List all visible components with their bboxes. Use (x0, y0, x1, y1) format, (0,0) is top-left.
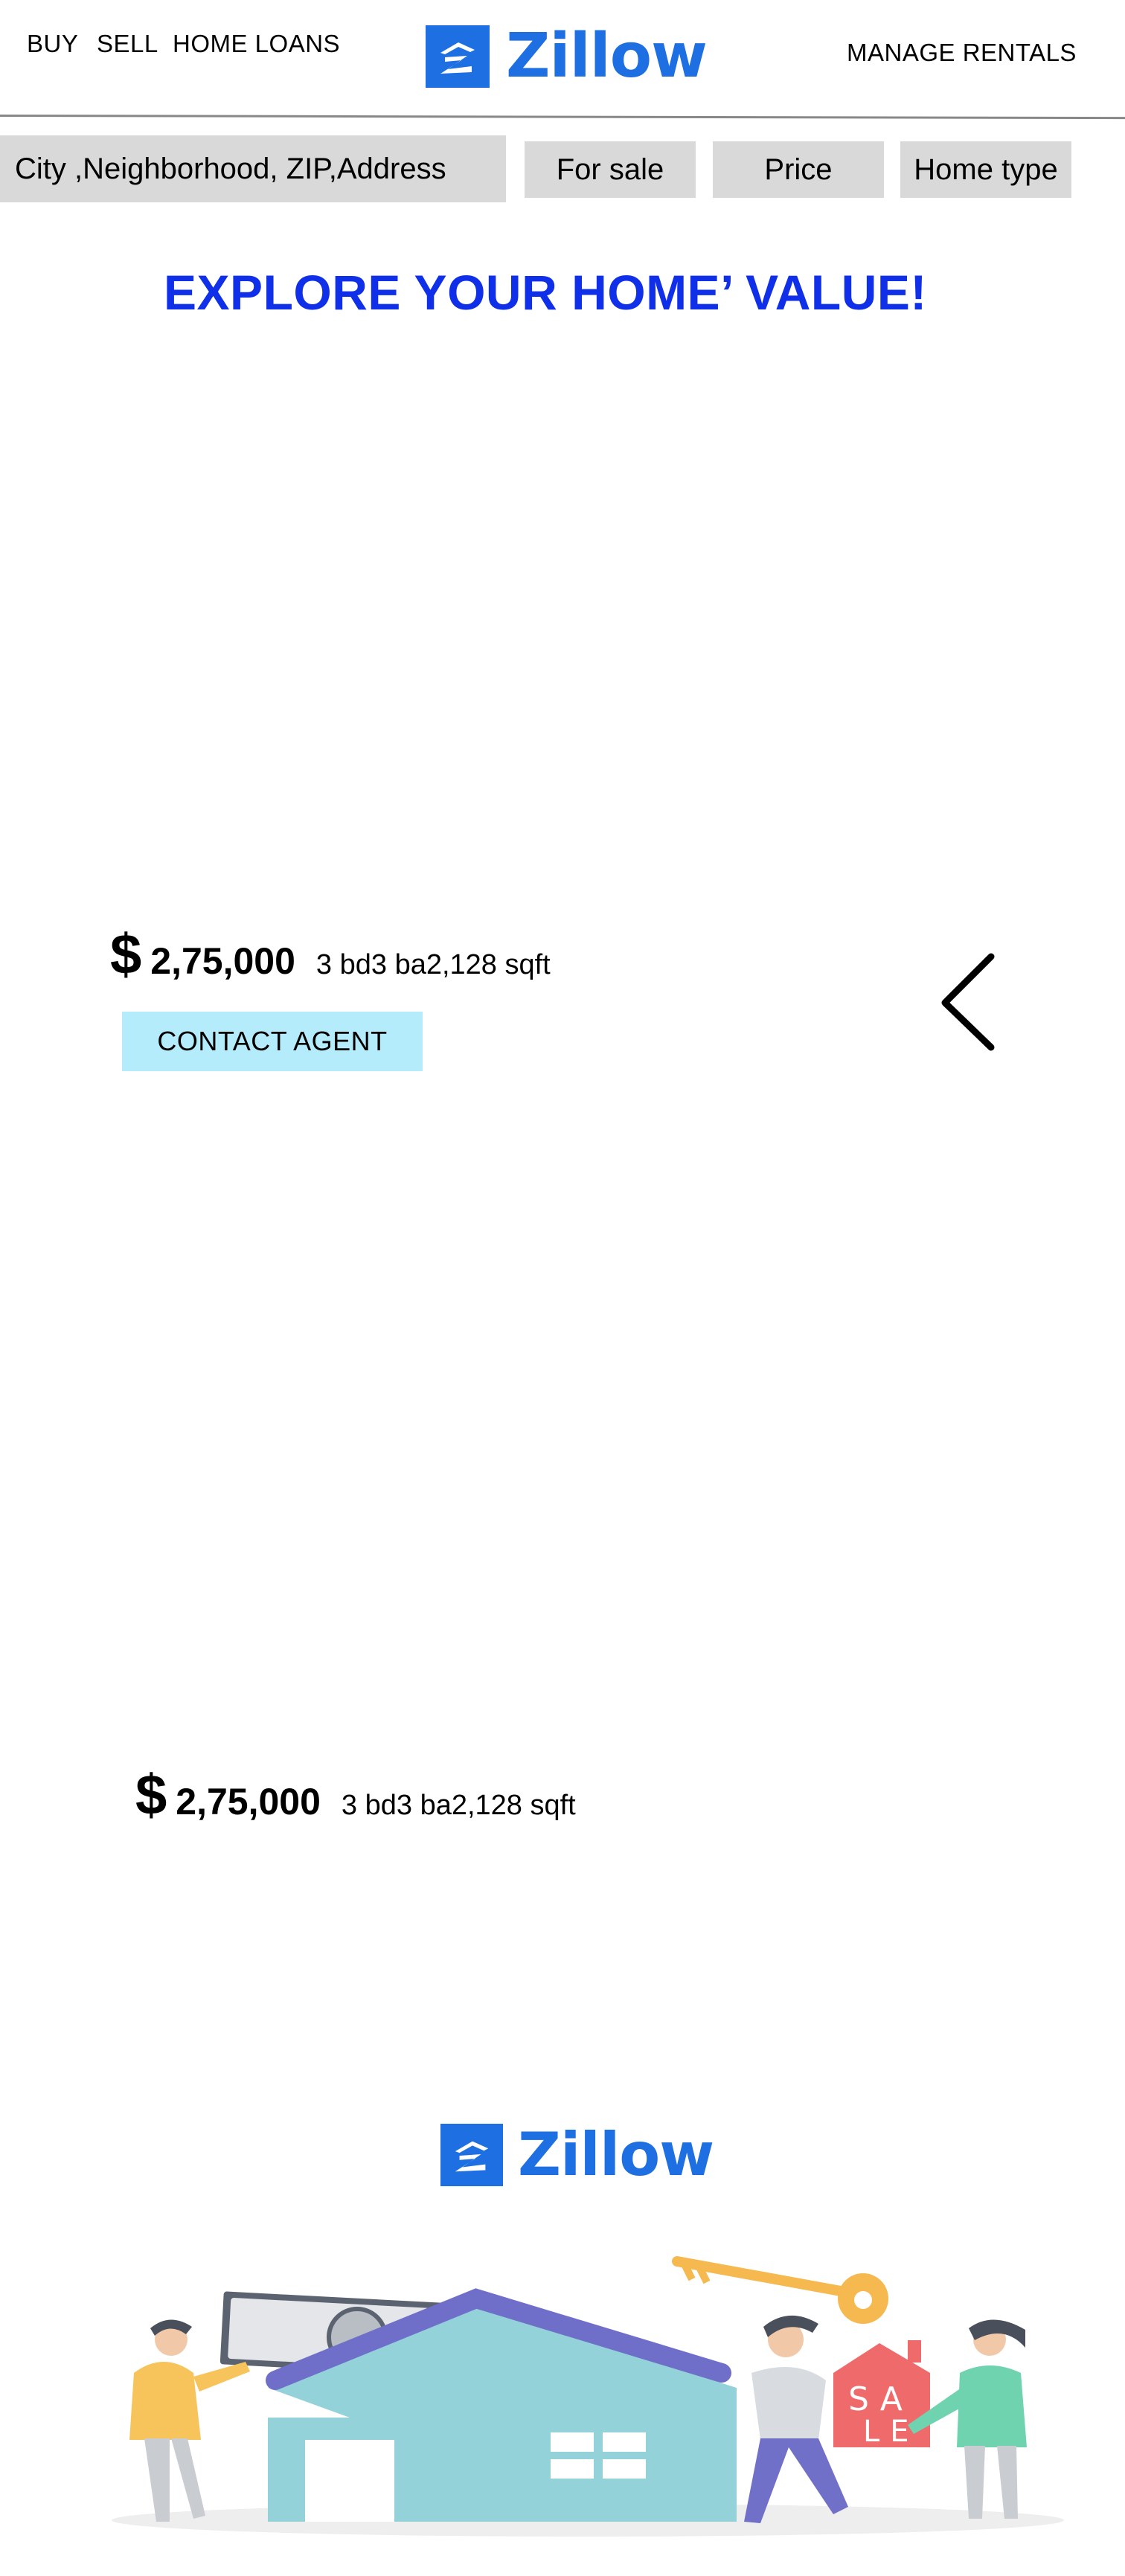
nav-manage-rentals-link[interactable]: MANAGE RENTALS (847, 39, 1077, 67)
page-title: EXPLORE YOUR HOME’ VALUE! (164, 265, 927, 320)
svg-text:LE: LE (863, 2415, 920, 2449)
footer-logo[interactable]: Zillow (440, 2120, 714, 2189)
footer-logo-text: Zillow (518, 2120, 714, 2189)
zillow-house-icon (426, 25, 490, 88)
nav-home-loans-link[interactable]: HOME LOANS (173, 30, 340, 58)
for-sale-dropdown[interactable]: For sale (525, 141, 696, 198)
contact-agent-button[interactable]: CONTACT AGENT (122, 1012, 423, 1071)
nav-sell-link[interactable]: SELL (97, 30, 158, 58)
zillow-house-icon (440, 2123, 503, 2186)
listing-price: 2,75,000 (176, 1781, 321, 1822)
listing-summary: $ 2,75,000 3 bd3 ba2,128 sqft (110, 922, 551, 987)
listing-summary: $ 2,75,000 3 bd3 ba2,128 sqft (135, 1763, 576, 1828)
home-type-dropdown[interactable]: Home type (900, 141, 1071, 198)
currency-symbol: $ (135, 1764, 167, 1827)
svg-text:SA: SA (848, 2380, 913, 2418)
listing-price: 2,75,000 (150, 940, 295, 982)
nav-buy-link[interactable]: BUY (27, 30, 78, 58)
header-divider (0, 115, 1125, 120)
location-search-input[interactable]: City ,Neighborhood, ZIP,Address (0, 135, 506, 202)
header-logo[interactable]: Zillow (426, 21, 708, 91)
listing-details: 3 bd3 ba2,128 sqft (341, 1790, 576, 1821)
header-logo-text: Zillow (506, 21, 708, 91)
listing-details: 3 bd3 ba2,128 sqft (315, 949, 551, 980)
home-sale-illustration: SA LE (112, 2256, 1064, 2537)
key-icon (672, 2256, 888, 2324)
chevron-left-icon[interactable] (938, 952, 997, 1053)
price-dropdown[interactable]: Price (713, 141, 884, 198)
person-middle-icon (744, 2315, 848, 2523)
currency-symbol: $ (110, 923, 142, 986)
person-right-icon (908, 2319, 1027, 2519)
